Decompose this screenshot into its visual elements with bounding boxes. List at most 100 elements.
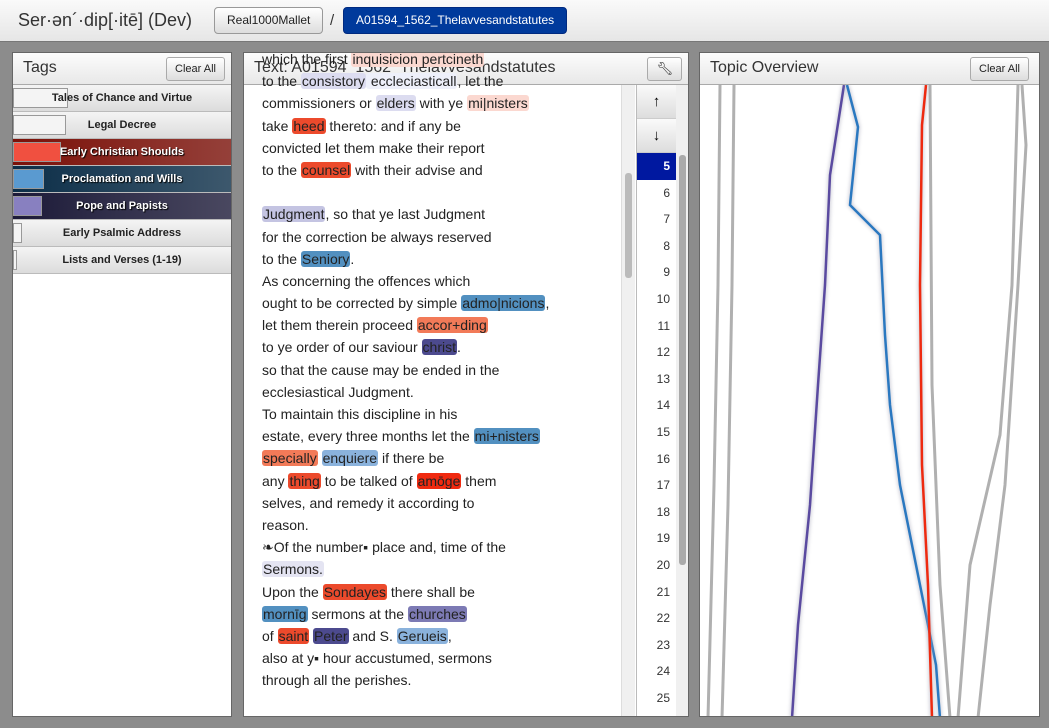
topic-highlighted-word[interactable]: saint <box>277 627 310 644</box>
tag-item[interactable]: Early Christian Shoulds <box>13 139 231 166</box>
tags-clear-all-button[interactable]: Clear All <box>166 57 225 81</box>
text-line: mornīg sermons at the churches <box>262 603 632 625</box>
wrench-icon[interactable]: 🔧︎ <box>647 57 682 81</box>
tag-item[interactable]: Legal Decree <box>13 112 231 139</box>
tag-item[interactable]: Pope and Papists <box>13 193 231 220</box>
page-number[interactable]: 15 <box>637 419 676 446</box>
text-segment: with their advise and <box>351 161 483 178</box>
breadcrumb-corpus[interactable]: Real1000Mallet <box>214 7 324 34</box>
topic-highlighted-word[interactable]: christ <box>421 339 457 356</box>
topic-highlighted-word[interactable]: enquiere <box>321 450 379 467</box>
topic-highlighted-word[interactable]: Sermons. <box>262 561 324 578</box>
page-number[interactable]: 10 <box>637 286 676 313</box>
page-number[interactable]: 21 <box>637 579 676 606</box>
tag-label: Lists and Verses (1-19) <box>62 254 182 266</box>
topic-highlighted-word[interactable]: mi+nisters <box>473 428 540 445</box>
page-number[interactable]: 9 <box>637 259 676 286</box>
topic-highlighted-word[interactable]: thing <box>288 472 321 489</box>
text-segment: commissioners or <box>262 95 376 112</box>
page-number[interactable]: 19 <box>637 525 676 552</box>
page-number[interactable]: 20 <box>637 552 676 579</box>
tag-level-swatch <box>13 250 18 270</box>
tag-item[interactable]: Lists and Verses (1-19) <box>13 247 231 274</box>
page-up-button[interactable]: ↑ <box>637 85 676 119</box>
topic-highlighted-word[interactable]: churches <box>407 605 467 622</box>
text-segment <box>262 184 266 200</box>
page-number[interactable]: 17 <box>637 472 676 499</box>
text-segment: , let the <box>457 73 504 90</box>
page-number[interactable]: 25 <box>637 685 676 712</box>
topic-highlighted-word[interactable]: amōge <box>416 472 462 489</box>
topic-highlighted-word[interactable]: Seniory <box>300 250 351 267</box>
text-segment: , <box>545 295 550 312</box>
text-line: through all the perishes. <box>262 669 632 691</box>
text-line: estate, every three months let the mi+ni… <box>262 425 632 447</box>
page-number[interactable]: 13 <box>637 366 676 393</box>
document-text: which the first inquisicion pertcineth to… <box>262 53 632 691</box>
tag-item[interactable]: Tales of Chance and Virtue <box>13 85 231 112</box>
breadcrumb-document[interactable]: A01594_1562_Thelavvesandstatutes <box>343 7 568 34</box>
page-number[interactable]: 14 <box>637 392 676 419</box>
topic-highlighted-word[interactable]: eccleciasticall <box>365 73 458 90</box>
text-segment: any <box>262 472 289 489</box>
topic-highlighted-word[interactable]: inquisicion pertcineth <box>351 53 485 67</box>
text-line: of saint Peter and S. Gerueis, <box>262 625 632 647</box>
tag-level-swatch <box>13 115 66 135</box>
text-line: let them therein proceed accor+ding <box>262 314 632 336</box>
page-down-button[interactable]: ↓ <box>637 119 676 153</box>
text-line: convicted let them make their report <box>262 137 632 159</box>
page-number[interactable]: 7 <box>637 206 676 233</box>
topic-highlighted-word[interactable]: elders <box>375 95 416 112</box>
text-scrollbar[interactable] <box>621 85 635 716</box>
topic-highlighted-word[interactable]: heed <box>292 117 326 134</box>
topic-highlighted-word[interactable]: specially <box>262 450 318 467</box>
page-scrollbar-thumb[interactable] <box>679 155 686 565</box>
tag-label: Early Christian Shoulds <box>59 146 185 158</box>
topic-highlighted-word[interactable]: mornīg <box>262 605 308 622</box>
text-segment: for the correction be always reserved <box>262 228 492 245</box>
text-segment: to the <box>262 161 301 178</box>
page-number[interactable]: 6 <box>637 180 676 207</box>
text-line: To maintain this discipline in his <box>262 403 632 425</box>
page-number[interactable]: 22 <box>637 605 676 632</box>
text-line: for the correction be always reserved <box>262 226 632 248</box>
text-segment: to ye order of our saviour <box>262 339 422 356</box>
topic-highlighted-word[interactable]: admo|nicions <box>461 295 546 312</box>
text-segment: . <box>456 339 461 356</box>
tag-item[interactable]: Early Psalmic Address <box>13 220 231 247</box>
topic-highlighted-word[interactable]: Gerueis <box>396 627 448 644</box>
topic-clear-all-button[interactable]: Clear All <box>970 57 1029 81</box>
text-line: to the Seniory. <box>262 248 632 270</box>
topic-highlighted-word[interactable]: Judgment <box>262 206 326 223</box>
text-line: take heed thereto: and if any be <box>262 115 632 137</box>
tag-level-swatch <box>13 196 42 216</box>
tags-panel: Tags Clear All Tales of Chance and Virtu… <box>12 52 232 717</box>
page-number[interactable]: 11 <box>637 313 676 340</box>
topic-highlighted-word[interactable]: mi|nisters <box>467 95 529 112</box>
text-line: Upon the Sondayes there shall be <box>262 581 632 603</box>
page-number[interactable]: 24 <box>637 658 676 685</box>
topic-highlighted-word[interactable]: Peter <box>313 627 349 644</box>
page-number[interactable]: 8 <box>637 233 676 260</box>
page-number[interactable]: 23 <box>637 632 676 659</box>
page-number[interactable]: 18 <box>637 499 676 526</box>
page-scrollbar[interactable] <box>676 85 688 716</box>
topic-highlighted-word[interactable]: counsel <box>300 161 352 178</box>
page-number[interactable]: 5 <box>637 153 676 180</box>
text-segment: sermons at the <box>307 605 408 622</box>
tag-level-swatch <box>13 169 44 189</box>
text-line: commissioners or elders with ye mi|niste… <box>262 92 632 114</box>
topic-highlighted-word[interactable]: Sondayes <box>322 583 387 600</box>
tag-list: Tales of Chance and Virtue Legal Decree Ea… <box>13 85 231 274</box>
tag-item[interactable]: Proclamation and Wills <box>13 166 231 193</box>
topic-highlighted-word[interactable]: consistory <box>300 73 366 90</box>
text-segment: take <box>262 117 293 134</box>
page-number[interactable]: 16 <box>637 446 676 473</box>
text-scrollbar-thumb[interactable] <box>625 173 632 278</box>
text-line: which the first inquisicion pertcineth <box>262 53 632 70</box>
text-segment: , so that ye last Judgment <box>325 206 486 223</box>
text-segment: let them therein proceed <box>262 317 417 334</box>
text-line: to the consistory eccleciasticall, let t… <box>262 70 632 92</box>
topic-highlighted-word[interactable]: accor+ding <box>416 317 488 334</box>
page-number[interactable]: 12 <box>637 339 676 366</box>
